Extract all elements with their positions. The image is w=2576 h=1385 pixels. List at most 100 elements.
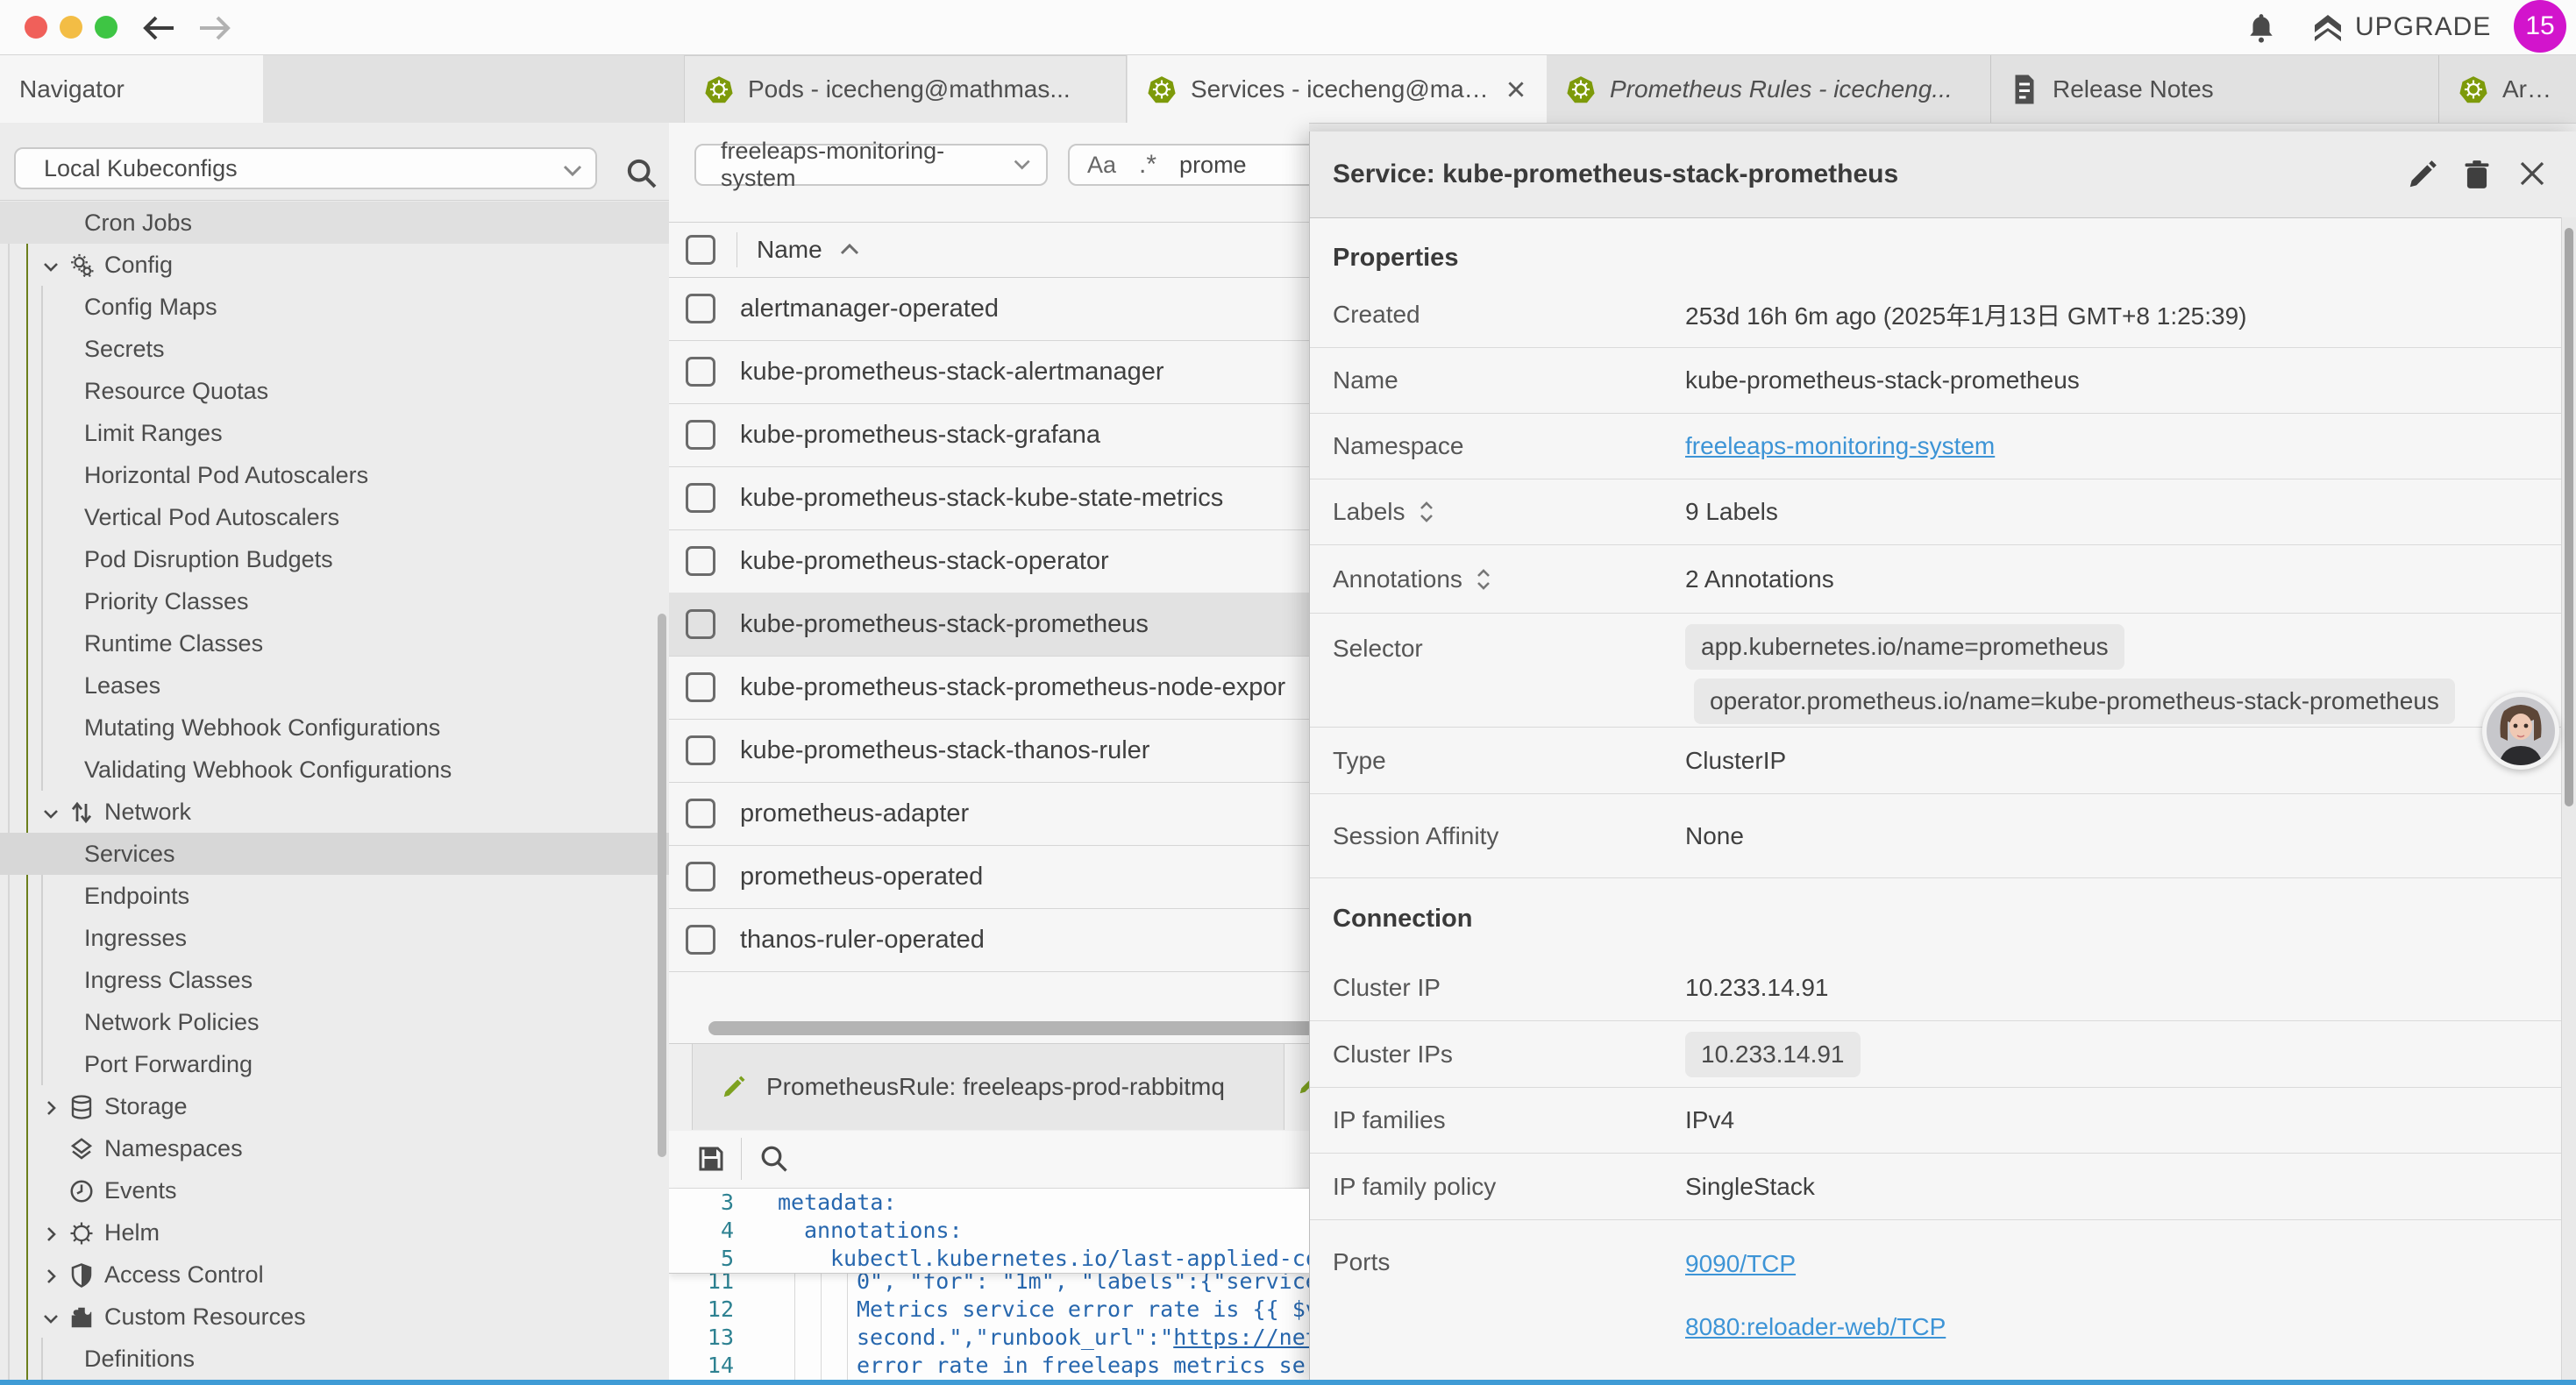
traffic-light-minimize-button[interactable] (60, 16, 82, 39)
namespace-link[interactable]: freeleaps-monitoring-system (1685, 432, 1995, 460)
sidebar-item-ingress-classes[interactable]: Ingress Classes (0, 959, 669, 1001)
table-row[interactable]: kube-prometheus-stack-grafana (669, 403, 1309, 467)
sidebar-item-horizontal-pod-autoscalers[interactable]: Horizontal Pod Autoscalers (0, 454, 669, 496)
sidebar-item-namespaces[interactable]: Namespaces (0, 1127, 669, 1169)
annotations-value[interactable]: 2 Annotations (1685, 565, 1834, 593)
row-checkbox[interactable] (686, 294, 715, 323)
sidebar-item-ingresses[interactable]: Ingresses (0, 917, 669, 959)
tab-navigator[interactable]: Navigator (0, 55, 263, 123)
sidebar-item-services[interactable]: Services (0, 833, 669, 875)
sidebar-item-validating-webhook-configurations[interactable]: Validating Webhook Configurations (0, 749, 669, 791)
chevron-right-icon[interactable] (40, 1224, 61, 1245)
row-checkbox[interactable] (686, 483, 715, 513)
upgrade-button[interactable]: UPGRADE (2355, 12, 2491, 42)
tab-prometheus-rules[interactable]: Prometheus Rules - icecheng... (1547, 55, 1991, 123)
horizontal-scrollbar[interactable] (708, 1021, 1309, 1035)
notification-badge[interactable]: 15 (2514, 0, 2566, 53)
editor-tab-prometheusrule[interactable]: PrometheusRule: freeleaps-prod-rabbitmq (692, 1044, 1284, 1130)
sidebar-item-cron-jobs[interactable]: Cron Jobs (0, 202, 669, 244)
sidebar-item-pod-disruption-budgets[interactable]: Pod Disruption Budgets (0, 538, 669, 580)
sidebar-item-custom-resources[interactable]: Custom Resources (0, 1296, 669, 1338)
bell-icon[interactable] (2245, 11, 2278, 46)
sidebar-item-config-maps[interactable]: Config Maps (0, 286, 669, 328)
sidebar-item-network-policies[interactable]: Network Policies (0, 1001, 669, 1043)
sidebar-item-leases[interactable]: Leases (0, 664, 669, 707)
namespace-select[interactable]: freeleaps-monitoring-system (694, 144, 1048, 186)
match-case-toggle[interactable]: Aa (1087, 152, 1116, 179)
table-row[interactable]: thanos-ruler-operated (669, 908, 1309, 972)
editor-tab-next-sliver[interactable] (1297, 1070, 1309, 1104)
row-checkbox[interactable] (686, 609, 715, 639)
labels-value[interactable]: 9 Labels (1685, 498, 1778, 526)
panel-scrollbar-thumb[interactable] (2565, 228, 2573, 806)
column-header-name[interactable]: Name (757, 236, 822, 264)
expand-collapse-icon[interactable] (1475, 566, 1492, 593)
row-checkbox[interactable] (686, 357, 715, 387)
back-icon (146, 18, 174, 39)
sidebar-item-priority-classes[interactable]: Priority Classes (0, 580, 669, 622)
regex-toggle[interactable]: .* (1139, 150, 1156, 180)
chevron-down-icon[interactable] (40, 256, 61, 277)
row-checkbox[interactable] (686, 546, 715, 576)
sidebar-item-resource-quotas[interactable]: Resource Quotas (0, 370, 669, 412)
row-checkbox[interactable] (686, 799, 715, 828)
sidebar-item-network[interactable]: Network (0, 791, 669, 833)
close-icon[interactable] (2516, 158, 2548, 189)
sidebar-item-access-control[interactable]: Access Control (0, 1254, 669, 1296)
sidebar-item-events[interactable]: Events (0, 1169, 669, 1211)
sidebar-item-endpoints[interactable]: Endpoints (0, 875, 669, 917)
sidebar-item-storage[interactable]: Storage (0, 1085, 669, 1127)
sidebar-item-port-forwarding[interactable]: Port Forwarding (0, 1043, 669, 1085)
code-link[interactable]: https://net (1173, 1324, 1309, 1352)
filter-input[interactable]: Aa .* prome (1068, 144, 1309, 186)
sidebar-item-limit-ranges[interactable]: Limit Ranges (0, 412, 669, 454)
tab-release-notes[interactable]: Release Notes (1991, 55, 2439, 123)
table-row[interactable]: kube-prometheus-stack-prometheus (669, 593, 1309, 657)
row-checkbox[interactable] (686, 862, 715, 891)
yaml-editor[interactable]: 110", "for": "1m", "labels":{"service":1… (669, 1189, 1309, 1385)
row-checkbox[interactable] (686, 672, 715, 702)
select-all-checkbox[interactable] (686, 235, 715, 265)
sidebar-item-runtime-classes[interactable]: Runtime Classes (0, 622, 669, 664)
table-row[interactable]: kube-prometheus-stack-prometheus-node-ex… (669, 656, 1309, 720)
edit-pencil-icon[interactable] (2406, 158, 2439, 191)
sidebar-item-config[interactable]: Config (0, 244, 669, 286)
editor-search-icon[interactable] (758, 1143, 790, 1175)
chevron-down-icon[interactable] (40, 1308, 61, 1329)
table-row[interactable]: kube-prometheus-stack-thanos-ruler (669, 719, 1309, 783)
table-row[interactable]: prometheus-adapter (669, 782, 1309, 846)
row-checkbox[interactable] (686, 735, 715, 765)
expand-collapse-icon[interactable] (1418, 499, 1435, 525)
table-row[interactable]: prometheus-operated (669, 845, 1309, 909)
tab-services[interactable]: Services - icecheng@math... (1128, 55, 1547, 123)
sidebar-item-mutating-webhook-configurations[interactable]: Mutating Webhook Configurations (0, 707, 669, 749)
sidebar-item-helm[interactable]: Helm (0, 1211, 669, 1254)
close-tab-icon[interactable] (1505, 78, 1527, 101)
sidebar-scrollbar[interactable] (658, 614, 666, 1157)
chevron-right-icon[interactable] (40, 1266, 61, 1287)
save-icon[interactable] (695, 1143, 727, 1175)
traffic-light-zoom-button[interactable] (95, 16, 117, 39)
sidebar-item-definitions[interactable]: Definitions (0, 1338, 669, 1380)
trash-icon[interactable] (2460, 158, 2494, 191)
row-checkbox[interactable] (686, 925, 715, 955)
table-row[interactable]: alertmanager-operated (669, 277, 1309, 341)
row-checkbox[interactable] (686, 420, 715, 450)
traffic-light-close-button[interactable] (25, 16, 47, 39)
chevron-down-icon[interactable] (40, 803, 61, 824)
kubeconfig-select[interactable]: Local Kubeconfigs (14, 147, 597, 189)
chevron-right-icon[interactable] (40, 1097, 61, 1119)
sidebar-item-vertical-pod-autoscalers[interactable]: Vertical Pod Autoscalers (0, 496, 669, 538)
port-link[interactable]: 8080:reloader-web/TCP (1685, 1313, 1946, 1341)
table-row[interactable]: kube-prometheus-stack-kube-state-metrics (669, 466, 1309, 530)
tab-argo[interactable]: Argo Se (2439, 55, 2576, 123)
ip-family-policy-label: IP family policy (1333, 1173, 1685, 1201)
service-name: kube-prometheus-stack-alertmanager (740, 358, 1164, 387)
sidebar-search-icon[interactable] (624, 156, 659, 191)
table-row[interactable]: kube-prometheus-stack-alertmanager (669, 340, 1309, 404)
tab-pods[interactable]: Pods - icecheng@mathmas... (684, 55, 1127, 123)
table-row[interactable]: kube-prometheus-stack-operator (669, 529, 1309, 593)
port-link[interactable]: 9090/TCP (1685, 1250, 1796, 1278)
user-avatar[interactable] (2482, 692, 2559, 770)
sidebar-item-secrets[interactable]: Secrets (0, 328, 669, 370)
